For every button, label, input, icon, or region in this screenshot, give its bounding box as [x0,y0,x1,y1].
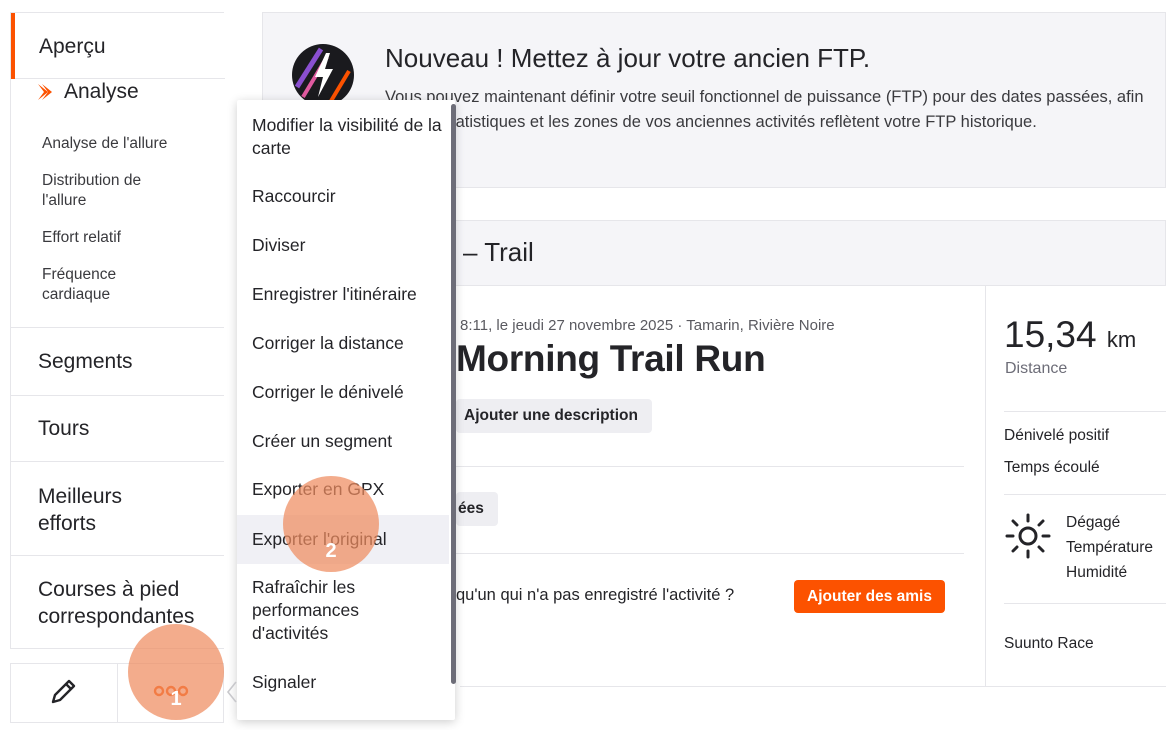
menu-item-refresh-achievements[interactable]: Rafraîchir les performances d'activités [237,576,387,645]
sun-icon [1004,512,1052,560]
distance-label: Distance [1005,360,1068,377]
activity-meta: 8:11, le jeudi 27 novembre 2025 · Tamari… [460,317,835,334]
pencil-icon [48,675,80,712]
divider [460,686,1166,687]
distance-unit: km [1106,327,1137,352]
divider [1004,603,1166,604]
click-marker-1: 1 [128,624,224,720]
sidebar-item-label: Analyse [64,80,139,103]
marker-number: 2 [325,540,337,562]
add-friends-button[interactable]: Ajouter des amis [794,580,945,613]
sidebar-subitem-pace-distribution[interactable]: Distribution de l'allure [42,171,182,211]
actions-dropdown-menu: Modifier la visibilité de la carte Racco… [237,100,455,720]
sidebar-item-overview[interactable]: Aperçu [11,13,225,79]
menu-item-crop[interactable]: Raccourcir [237,185,449,208]
divider [456,553,964,554]
menu-item-correct-distance[interactable]: Corriger la distance [237,332,449,355]
sidebar-item-label: Tours [38,417,90,440]
menu-item-save-route[interactable]: Enregistrer l'itinéraire [237,283,449,306]
sidebar-item-analyse[interactable]: Analyse [36,80,139,104]
sidebar-item-label: Courses à pied correspondantes [38,578,195,628]
distance-number: 15,34 [1004,314,1097,355]
menu-item-create-segment[interactable]: Créer un segment [237,430,449,453]
divider [1004,494,1166,495]
divider [1004,411,1166,412]
edit-button[interactable] [11,664,117,722]
sidebar-subitem-heart-rate[interactable]: Fréquence cardiaque [42,265,152,305]
menu-item-split[interactable]: Diviser [237,234,449,257]
sidebar-subitem-relative-effort[interactable]: Effort relatif [42,228,212,248]
sidebar-item-laps[interactable]: Tours [10,395,224,461]
menu-item-report[interactable]: Signaler [237,671,449,694]
add-description-button[interactable]: Ajouter une description [456,399,652,433]
activity-type-title: – Trail [463,237,534,267]
distance-value: 15,34 km [1004,314,1136,356]
humidity-label: Humidité [1066,564,1128,581]
activity-title[interactable]: Morning Trail Run [456,338,766,380]
click-marker-2: 2 [283,476,379,572]
sidebar-item-best-efforts[interactable]: Meilleurs efforts [10,461,224,555]
friends-question: qu'un qui n'a pas enregistré l'activité … [456,586,735,604]
menu-item-map-visibility[interactable]: Modifier la visibilité de la carte [237,114,449,160]
temperature-label: Température [1066,539,1154,556]
sidebar-item-label: Meilleurs efforts [38,485,123,535]
sidebar-item-segments[interactable]: Segments [10,327,224,395]
banner-description: Vous pouvez maintenant définir votre seu… [385,88,1144,131]
banner-title: Nouveau ! Mettez à jour votre ancien FTP… [385,43,871,73]
sidebar-item-label: Aperçu [39,35,106,58]
active-indicator [11,13,15,79]
chevron-left-icon [226,680,238,709]
elevation-label: Dénivelé positif [1004,427,1110,444]
chevron-right-icon [36,82,54,102]
lightning-icon [291,43,355,107]
menu-scrollbar[interactable] [451,104,456,684]
partial-button[interactable]: ées [456,492,498,526]
elapsed-time-label: Temps écoulé [1004,459,1100,476]
divider [456,466,964,467]
sidebar-item-label: Segments [38,350,133,373]
weather-condition: Dégagé [1066,514,1121,531]
marker-number: 1 [170,688,182,710]
menu-item-correct-elevation[interactable]: Corriger le dénivelé [237,381,449,404]
sidebar-subitem-pace-analysis[interactable]: Analyse de l'allure [42,134,212,154]
device-name: Suunto Race [1004,635,1094,652]
